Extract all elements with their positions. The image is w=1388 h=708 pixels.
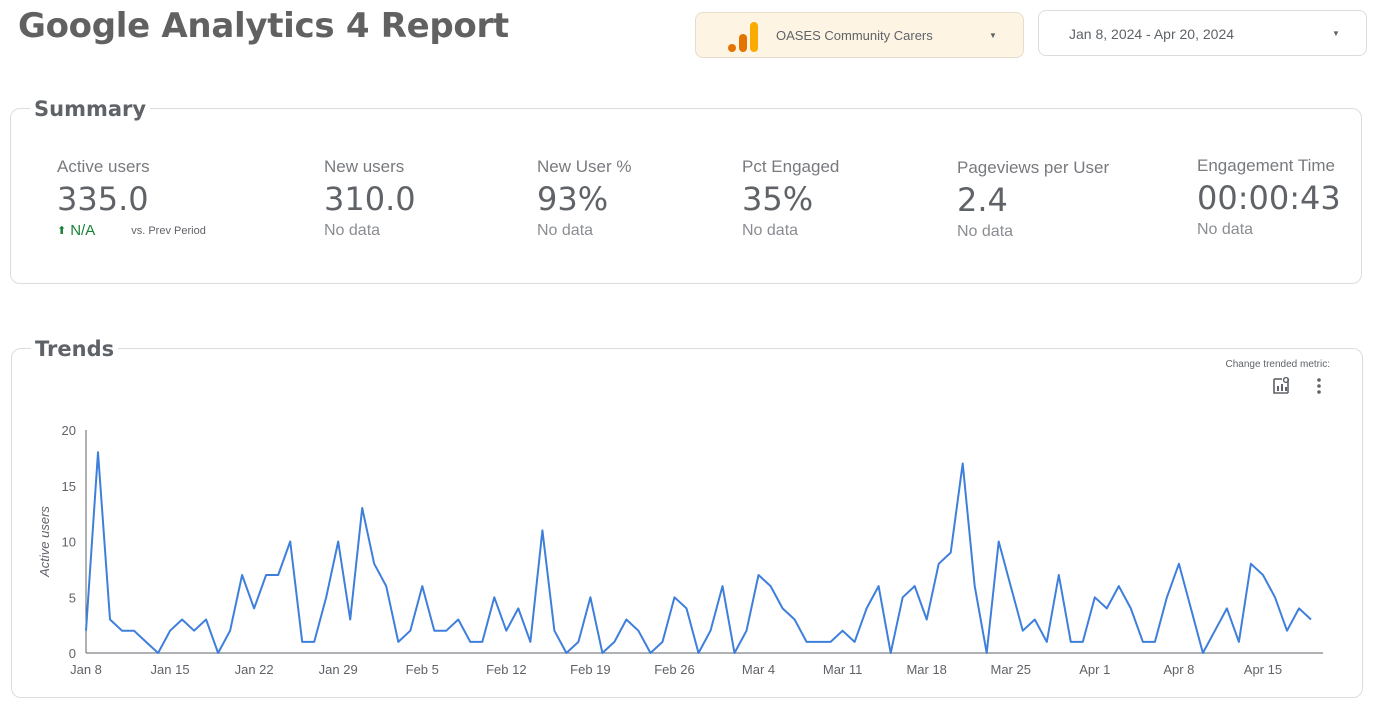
y-tick-label: 15 xyxy=(62,479,76,494)
x-tick-label: Jan 15 xyxy=(151,662,190,677)
x-tick-label: Mar 18 xyxy=(906,662,946,677)
x-tick-label: Apr 15 xyxy=(1244,662,1282,677)
x-tick-label: Mar 11 xyxy=(823,662,863,677)
y-tick-label: 0 xyxy=(69,646,76,661)
x-tick-label: Apr 1 xyxy=(1079,662,1110,677)
x-tick-label: Jan 8 xyxy=(70,662,102,677)
x-tick-label: Mar 4 xyxy=(742,662,775,677)
x-tick-label: Jan 22 xyxy=(235,662,274,677)
x-tick-label: Feb 19 xyxy=(570,662,610,677)
y-tick-label: 5 xyxy=(69,590,76,605)
active-users-line-chart: 0 5 10 15 20 Active users Jan 8 Jan 15 Jan 22 Jan… xyxy=(37,423,1323,677)
x-tick-label: Mar 25 xyxy=(991,662,1031,677)
y-tick-label: 10 xyxy=(62,535,76,550)
x-tick-label: Jan 29 xyxy=(319,662,358,677)
x-tick-label: Feb 5 xyxy=(406,662,439,677)
x-tick-label: Feb 12 xyxy=(486,662,526,677)
y-tick-label: 20 xyxy=(62,423,76,438)
x-tick-label: Apr 8 xyxy=(1163,662,1194,677)
x-tick-label: Feb 26 xyxy=(654,662,694,677)
active-users-line xyxy=(85,451,1312,654)
y-axis-title: Active users xyxy=(37,506,52,578)
